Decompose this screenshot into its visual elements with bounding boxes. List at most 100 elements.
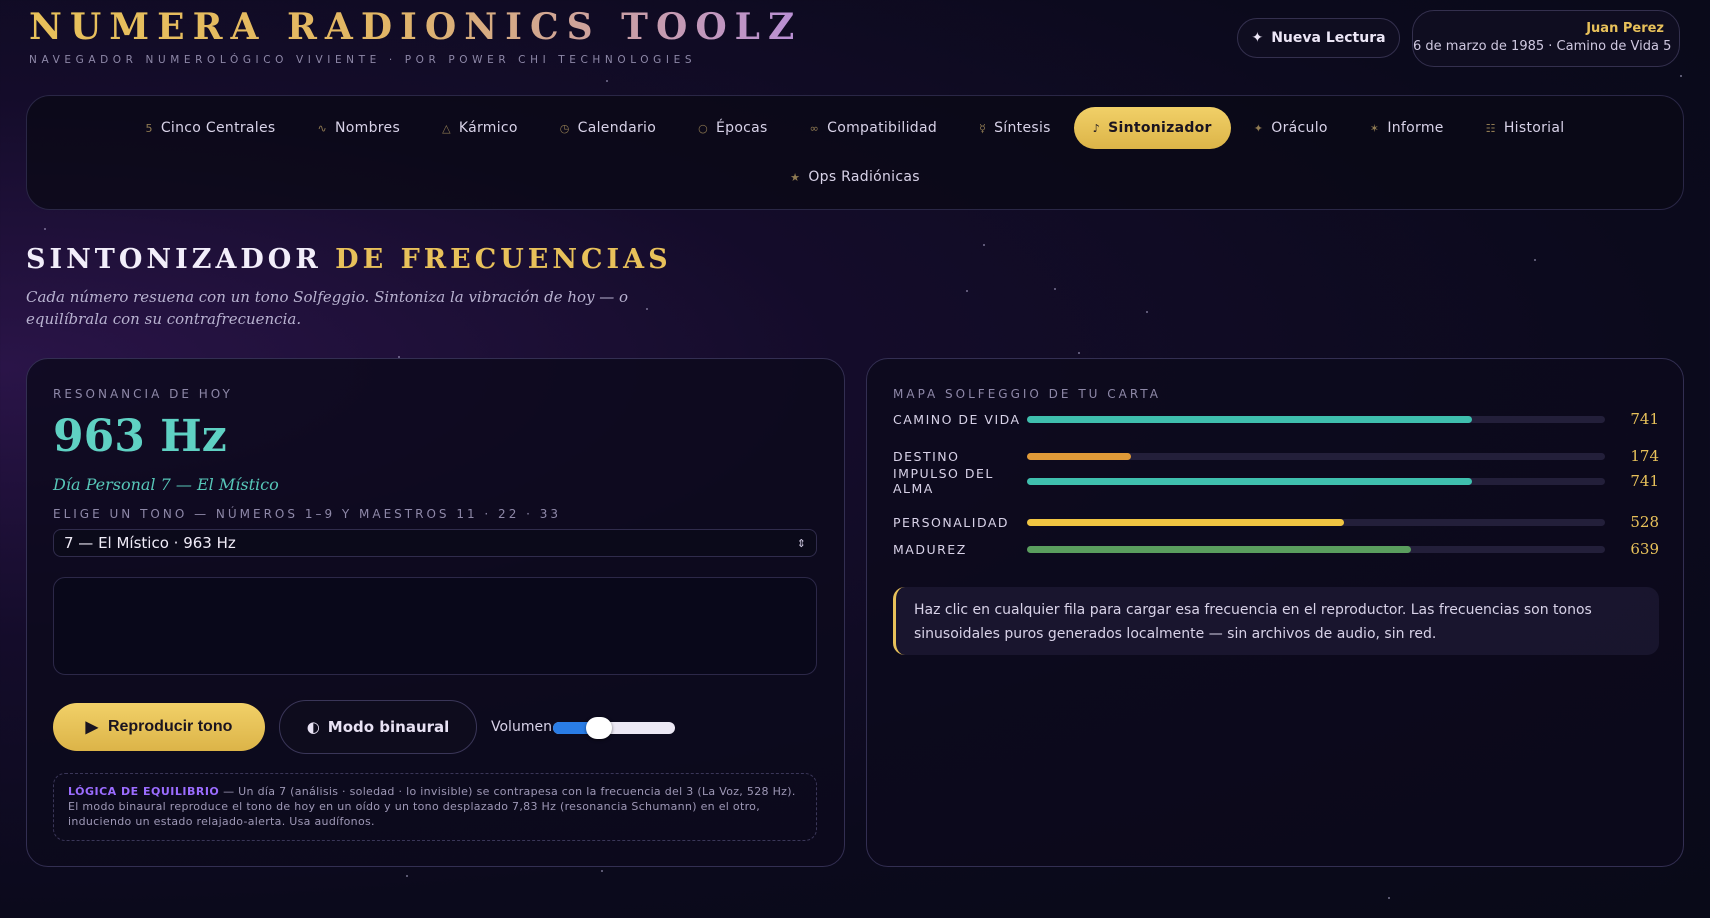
tab-icon: ∞ <box>809 121 820 135</box>
solfeggio-bar-fill <box>1027 518 1344 526</box>
play-tone-button[interactable]: ▶ Reproducir tono <box>53 703 265 751</box>
solfeggio-bar-fill <box>1027 415 1472 423</box>
new-reading-button[interactable]: ✦ Nueva Lectura <box>1237 18 1400 58</box>
solfeggio-bar-track <box>1027 452 1605 460</box>
play-tone-label: Reproducir tono <box>107 718 233 735</box>
user-meta: 6 de marzo de 1985 · Camino de Vida 5 <box>1413 39 1672 54</box>
tab-calendario[interactable]: ◷ Calendario <box>541 107 675 149</box>
current-frequency: 963 Hz <box>53 411 227 462</box>
play-icon: ▶ <box>85 719 98 736</box>
nav-row-secondary: ★ Ops Radiónicas <box>27 156 1683 198</box>
solfeggio-row-value: 639 <box>1630 540 1659 558</box>
tab-epocas[interactable]: ○ Épocas <box>679 107 787 149</box>
solfeggio-row-label: PERSONALIDAD <box>893 514 1010 530</box>
tab-label: Cinco Centrales <box>160 120 276 136</box>
user-profile-card[interactable]: Juan Perez 6 de marzo de 1985 · Camino d… <box>1412 10 1680 67</box>
tab-label: Ops Radiónicas <box>808 169 920 185</box>
tab-icon: ○ <box>698 121 708 135</box>
solfeggio-row-value: 174 <box>1630 447 1659 465</box>
solfeggio-bar-track <box>1027 415 1605 423</box>
tab-icon: ∿ <box>317 121 328 135</box>
solfeggio-bar-fill <box>1027 452 1132 460</box>
solfeggio-map-panel: MAPA SOLFEGGIO DE TU CARTA CAMINO DE VID… <box>866 358 1684 867</box>
app-title: NUMERA RADIONICS TOOLZ <box>29 6 803 48</box>
binaural-mode-label: Modo binaural <box>327 718 450 736</box>
solfeggio-bar-track <box>1027 545 1605 553</box>
brand: NUMERA RADIONICS TOOLZ NAVEGADOR NUMEROL… <box>29 6 802 66</box>
tab-ops-radionicas[interactable]: ★ Ops Radiónicas <box>771 156 939 198</box>
tab-icon: ✦ <box>1253 121 1264 135</box>
tab-label: Oráculo <box>1271 120 1328 136</box>
tab-sintesis[interactable]: ☿ Síntesis <box>960 107 1070 149</box>
solfeggio-row-label: CAMINO DE VIDA <box>893 411 1021 427</box>
page-title: SINTONIZADOR DE FRECUENCIAS <box>26 244 672 275</box>
tab-icon: 5 <box>145 121 153 135</box>
waveform-visualizer <box>53 577 817 675</box>
solfeggio-row-label: IMPULSO DEL ALMA <box>893 466 994 496</box>
solfeggio-bar-track <box>1027 477 1605 485</box>
tab-icon: ◷ <box>559 121 570 135</box>
solfeggio-bar-track <box>1027 518 1605 526</box>
tab-label: Épocas <box>715 120 768 136</box>
solfeggio-kicker: MAPA SOLFEGGIO DE TU CARTA <box>893 387 1161 401</box>
solfeggio-row-label: MADUREZ <box>893 541 967 557</box>
tab-karmico[interactable]: △ Kármico <box>423 107 537 149</box>
tab-compatibilidad[interactable]: ∞ Compatibilidad <box>791 107 956 149</box>
tab-label: Sintonizador <box>1108 120 1212 136</box>
nav-row-primary: 5 Cinco Centrales ∿ Nombres △ Kármico ◷ Calenda… <box>27 107 1683 149</box>
solfeggio-row-value: 528 <box>1630 513 1659 531</box>
tuner-panel: RESONANCIA DE HOY 963 Hz Día Personal 7 … <box>26 358 845 867</box>
tab-icon: ★ <box>790 170 801 184</box>
page-description: Cada número resuena con un tono Solfeggi… <box>26 288 629 328</box>
balance-logic-note: LÓGICA DE EQUILIBRIO — Un día 7 (análisi… <box>53 773 817 841</box>
tab-label: Historial <box>1503 120 1565 136</box>
personal-day-label: Día Personal 7 — El Místico <box>53 475 279 494</box>
main-nav: 5 Cinco Centrales ∿ Nombres △ Kármico ◷ Calenda… <box>26 95 1684 210</box>
tab-informe[interactable]: ✶ Informe <box>1351 107 1463 149</box>
app-subtitle: NAVEGADOR NUMEROLÓGICO VIVIENTE · POR PO… <box>29 54 697 66</box>
tab-label: Nombres <box>335 120 401 136</box>
tab-label: Síntesis <box>994 120 1051 136</box>
tab-label: Kármico <box>458 120 518 136</box>
balance-logic-title: LÓGICA DE EQUILIBRIO <box>68 785 220 798</box>
tab-icon: ♪ <box>1092 121 1101 135</box>
tab-sintonizador[interactable]: ♪ Sintonizador <box>1073 107 1231 149</box>
tab-label: Informe <box>1387 120 1444 136</box>
tab-icon: ☿ <box>979 121 987 135</box>
solfeggio-bar-fill <box>1027 545 1411 553</box>
updown-chevron-icon: ⇕ <box>796 536 806 550</box>
solfeggio-row[interactable]: PERSONALIDAD 528 <box>893 513 1659 531</box>
tab-cinco-centrales[interactable]: 5 Cinco Centrales <box>127 107 295 149</box>
tab-icon: ☷ <box>1485 121 1496 135</box>
volume-slider-thumb[interactable] <box>586 717 613 739</box>
tab-oraculo[interactable]: ✦ Oráculo <box>1235 107 1347 149</box>
volume-label: Volumen <box>491 719 552 735</box>
tab-nombres[interactable]: ∿ Nombres <box>299 107 420 149</box>
tone-select-value: 7 — El Místico · 963 Hz <box>64 534 236 552</box>
solfeggio-bar-fill <box>1027 477 1472 485</box>
tab-label: Compatibilidad <box>827 120 938 136</box>
solfeggio-row-label: DESTINO <box>893 448 960 464</box>
tab-historial[interactable]: ☷ Historial <box>1467 107 1584 149</box>
solfeggio-row[interactable]: MADUREZ 639 <box>893 540 1659 558</box>
new-reading-label: Nueva Lectura <box>1271 30 1386 46</box>
solfeggio-row[interactable]: IMPULSO DEL ALMA 741 <box>893 466 1659 496</box>
user-name: Juan Perez <box>1586 21 1664 36</box>
tab-icon: ✶ <box>1369 121 1380 135</box>
tone-select[interactable]: 7 — El Místico · 963 Hz ⇕ <box>53 529 817 557</box>
binaural-mode-button[interactable]: ◐ Modo binaural <box>279 700 477 754</box>
page-title-main: SINTONIZADOR <box>26 244 322 275</box>
solfeggio-row[interactable]: CAMINO DE VIDA 741 <box>893 404 1659 434</box>
tab-label: Calendario <box>577 120 657 136</box>
tab-icon: △ <box>442 121 451 135</box>
volume-slider[interactable] <box>553 717 675 739</box>
sparkle-icon: ✦ <box>1251 30 1264 46</box>
tuner-kicker: RESONANCIA DE HOY <box>53 387 233 401</box>
solfeggio-row[interactable]: DESTINO 174 <box>893 447 1659 465</box>
tone-select-label: ELIGE UN TONO — NÚMEROS 1–9 Y MAESTROS 1… <box>53 507 562 521</box>
half-circle-icon: ◐ <box>306 718 320 736</box>
solfeggio-hint: Haz clic en cualquier fila para cargar e… <box>893 587 1659 655</box>
solfeggio-row-value: 741 <box>1630 410 1659 428</box>
page-title-accent: DE FRECUENCIAS <box>335 244 672 275</box>
solfeggio-row-value: 741 <box>1630 472 1659 490</box>
